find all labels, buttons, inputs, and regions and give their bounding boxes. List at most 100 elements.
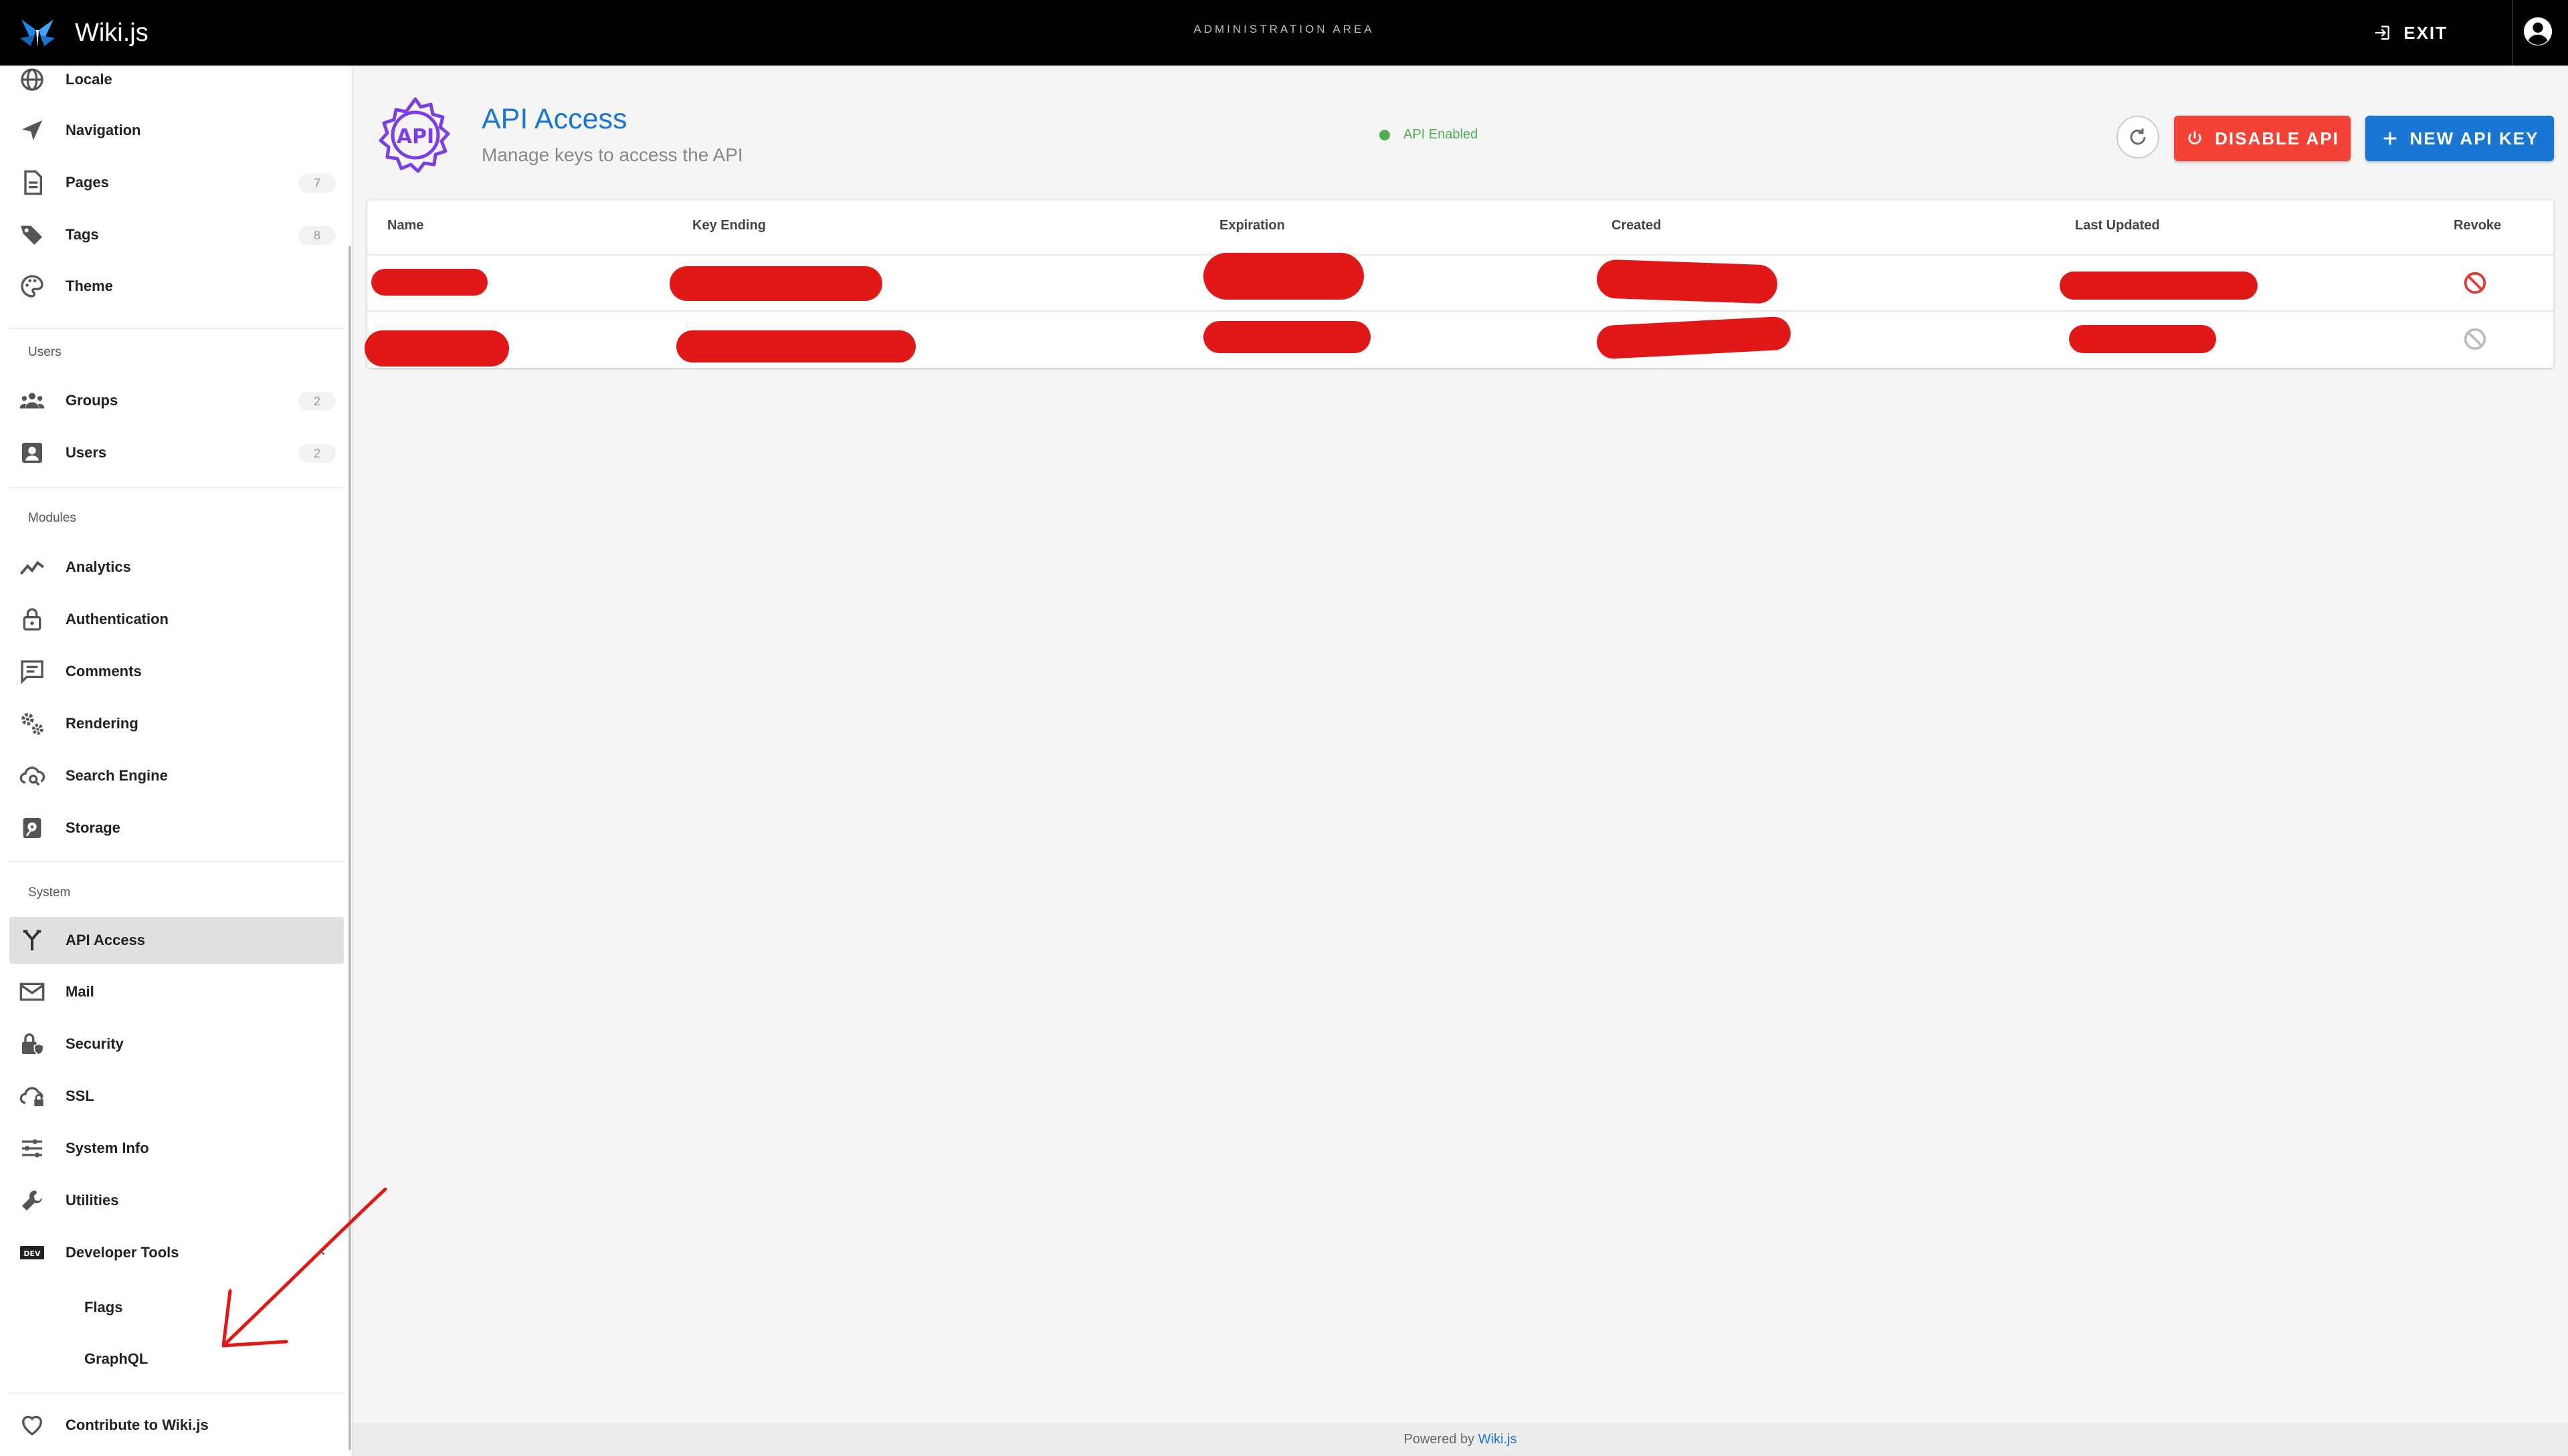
sidebar-item-label: Comments — [66, 663, 142, 680]
sidebar-item-label: Mail — [66, 983, 94, 1000]
sidebar-item-security[interactable]: Security — [9, 1021, 344, 1067]
api-status: API Enabled — [1379, 127, 1478, 142]
sidebar-item-label: API Access — [66, 932, 146, 948]
column-header-expiration[interactable]: Expiration — [1219, 218, 1285, 233]
exit-label: EXIT — [2403, 22, 2448, 43]
navigation-icon — [19, 117, 45, 144]
column-header-key-ending[interactable]: Key Ending — [692, 218, 766, 233]
sidebar-item-users[interactable]: Users 2 — [9, 429, 344, 476]
sidebar-item-label: Utilities — [66, 1192, 119, 1209]
sidebar-scrollbar[interactable] — [349, 246, 351, 1450]
mail-icon — [19, 978, 45, 1005]
section-label-users: Users — [28, 345, 62, 359]
sidebar-divider — [9, 861, 344, 862]
sidebar-item-api-access[interactable]: API Access — [9, 917, 344, 964]
column-header-revoke: Revoke — [2454, 218, 2502, 233]
redacted-key-ending — [670, 266, 882, 301]
redacted-name — [365, 330, 509, 367]
status-text: API Enabled — [1403, 127, 1478, 142]
redacted-created — [1596, 259, 1778, 304]
comments-icon — [19, 658, 45, 685]
account-icon[interactable] — [2523, 16, 2553, 47]
sidebar-item-system-info[interactable]: System Info — [9, 1125, 344, 1172]
lock-icon — [19, 606, 45, 633]
column-header-name[interactable]: Name — [387, 218, 423, 233]
tags-count-badge: 8 — [298, 226, 336, 245]
sidebar-subitem-graphql[interactable]: GraphQL — [84, 1350, 148, 1368]
cloud-lock-icon — [19, 1083, 45, 1110]
new-api-key-button[interactable]: NEW API KEY — [2365, 116, 2554, 161]
refresh-icon — [2130, 128, 2146, 145]
header-divider — [367, 254, 2553, 255]
users-count-badge: 2 — [298, 444, 336, 463]
sidebar-item-label: Theme — [66, 278, 113, 294]
sidebar-item-label: Security — [66, 1035, 124, 1052]
storage-icon — [19, 815, 45, 841]
row-divider — [367, 310, 2553, 312]
new-api-key-label: NEW API KEY — [2409, 128, 2539, 148]
footer-prefix: Powered by — [1403, 1432, 1475, 1447]
groups-count-badge: 2 — [298, 392, 336, 411]
sidebar-item-authentication[interactable]: Authentication — [9, 596, 344, 643]
dev-icon: DEV — [19, 1239, 45, 1266]
exit-button[interactable]: EXIT — [2371, 15, 2448, 51]
column-header-created[interactable]: Created — [1611, 218, 1661, 233]
revoke-icon-disabled — [2464, 328, 2486, 350]
sidebar-item-contribute[interactable]: Contribute to Wiki.js — [9, 1402, 344, 1449]
sidebar-item-label: Analytics — [66, 558, 131, 575]
user-icon — [19, 439, 45, 466]
revoke-icon[interactable] — [2462, 270, 2488, 296]
page-title: API Access — [482, 103, 627, 135]
redacted-name — [371, 269, 488, 296]
admin-area-title: ADMINISTRATION AREA — [1193, 23, 1375, 35]
redacted-last-updated — [2060, 272, 2258, 300]
plus-icon — [2383, 132, 2396, 145]
sidebar-item-locale[interactable]: Locale — [9, 56, 344, 103]
tags-icon — [19, 221, 45, 248]
refresh-button[interactable] — [2116, 116, 2159, 159]
disable-api-label: DISABLE API — [2215, 128, 2339, 148]
sidebar-item-label: Groups — [66, 392, 118, 409]
section-label-system: System — [28, 886, 71, 900]
exit-icon — [2375, 25, 2390, 40]
sidebar-item-navigation[interactable]: Navigation — [9, 107, 344, 154]
chevron-up-icon[interactable] — [313, 1245, 328, 1260]
cloud-search-icon — [19, 762, 45, 789]
sidebar-item-ssl[interactable]: SSL — [9, 1073, 344, 1120]
sidebar-item-label: Rendering — [66, 715, 138, 732]
sidebar-item-label: Contribute to Wiki.js — [66, 1417, 209, 1433]
sidebar-item-mail[interactable]: Mail — [9, 968, 344, 1015]
security-icon — [19, 1031, 45, 1057]
sidebar-item-developer-tools[interactable]: DEV Developer Tools — [9, 1229, 344, 1276]
footer-wikijs-link[interactable]: Wiki.js — [1478, 1432, 1517, 1447]
redacted-key-ending — [676, 330, 916, 362]
sidebar-subitem-flags[interactable]: Flags — [84, 1299, 122, 1316]
redacted-expiration — [1203, 321, 1371, 353]
api-gear-icon: API — [379, 97, 450, 173]
power-icon — [2188, 131, 2201, 144]
sidebar-item-theme[interactable]: Theme — [9, 263, 344, 310]
sidebar-item-rendering[interactable]: Rendering — [9, 700, 344, 747]
sidebar-item-label: Storage — [66, 819, 120, 836]
sidebar-item-utilities[interactable]: Utilities — [9, 1177, 344, 1224]
sidebar-divider — [9, 328, 344, 329]
sidebar-item-storage[interactable]: Storage — [9, 805, 344, 851]
sidebar-item-comments[interactable]: Comments — [9, 648, 344, 695]
sidebar-item-tags[interactable]: Tags 8 — [9, 211, 344, 258]
footer: Powered by Wiki.js — [353, 1423, 2568, 1456]
globe-icon — [19, 66, 45, 93]
sidebar-item-search-engine[interactable]: Search Engine — [9, 752, 344, 799]
redacted-expiration — [1203, 253, 1364, 300]
sidebar-item-groups[interactable]: Groups 2 — [9, 377, 344, 424]
disable-api-button[interactable]: DISABLE API — [2174, 116, 2351, 161]
top-divider — [2512, 0, 2513, 66]
heart-icon — [19, 1412, 45, 1439]
redacted-created — [1595, 316, 1792, 360]
pages-count-badge: 7 — [298, 174, 336, 193]
sidebar-item-label: Authentication — [66, 611, 169, 627]
page-subtitle: Manage keys to access the API — [482, 144, 743, 165]
sidebar-item-analytics[interactable]: Analytics — [9, 544, 344, 591]
sidebar-item-pages[interactable]: Pages 7 — [9, 159, 344, 206]
column-header-last-updated[interactable]: Last Updated — [2075, 218, 2160, 233]
svg-text:API: API — [397, 125, 434, 148]
